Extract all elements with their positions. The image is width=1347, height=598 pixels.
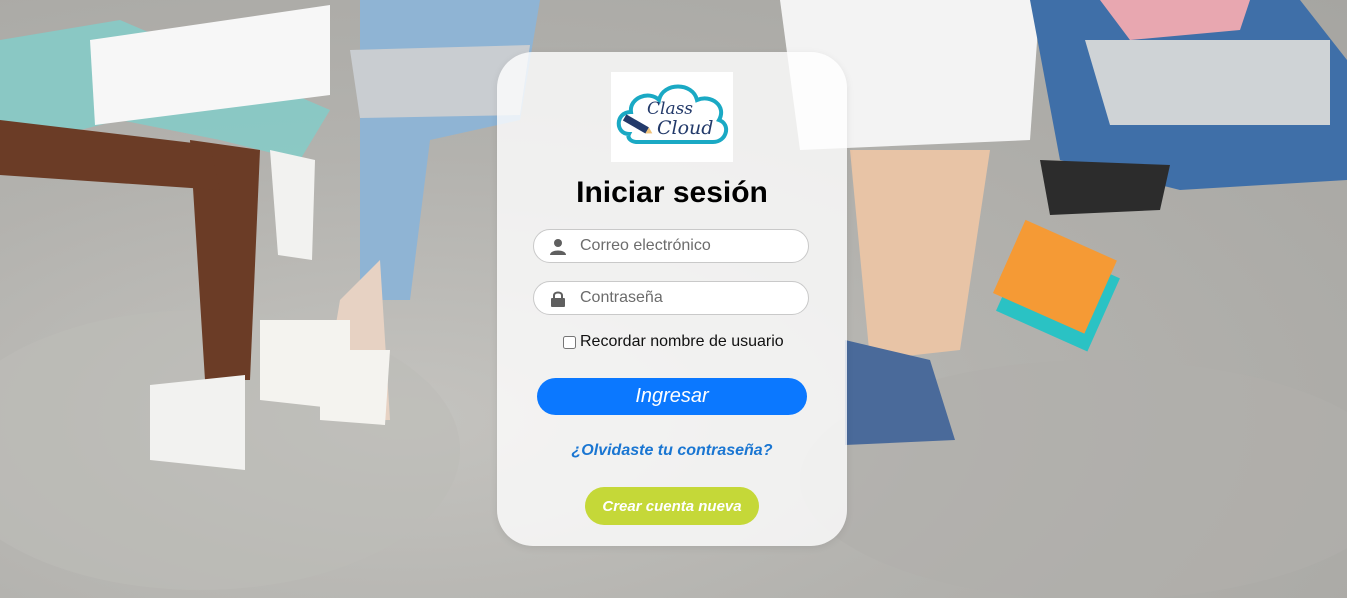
email-input[interactable]: [580, 230, 800, 262]
remember-username[interactable]: Recordar nombre de usuario: [563, 332, 784, 352]
password-input[interactable]: [580, 282, 800, 314]
user-icon: [550, 239, 566, 255]
password-field[interactable]: [533, 281, 809, 315]
remember-checkbox[interactable]: [563, 335, 576, 349]
cloud-pencil-logo-icon: Class Cloud: [611, 72, 733, 162]
login-button[interactable]: Ingresar: [537, 378, 807, 415]
logo-line2: Cloud: [657, 117, 713, 139]
email-field[interactable]: [533, 229, 809, 263]
forgot-password-link[interactable]: ¿Olvidaste tu contraseña?: [497, 442, 847, 460]
create-account-button[interactable]: Crear cuenta nueva: [585, 487, 759, 525]
class-cloud-logo: Class Cloud: [611, 72, 733, 162]
lock-icon: [551, 291, 565, 307]
page-title: Iniciar sesión: [576, 176, 768, 209]
remember-label: Recordar nombre de usuario: [580, 333, 784, 350]
login-card: Class Cloud Iniciar sesión Recordar nomb…: [497, 52, 847, 546]
logo-line1: Class: [647, 99, 693, 119]
